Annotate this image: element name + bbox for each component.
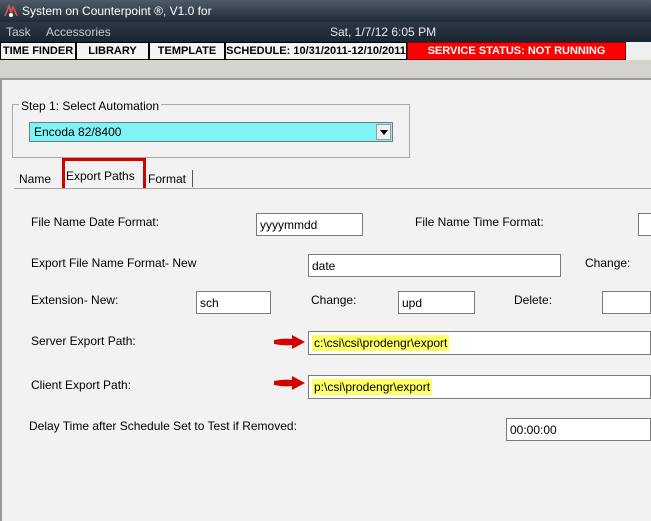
server-export-path-input[interactable]: c:\csi\csi\prodengr\export (308, 331, 651, 355)
date-time-display: Sat, 1/7/12 6:05 PM (330, 25, 437, 39)
extension-change-input[interactable]: upd (398, 291, 475, 314)
menu-accessories[interactable]: Accessories (46, 25, 111, 39)
delay-time-label: Delay Time after Schedule Set to Test if… (29, 419, 297, 433)
automation-select-value: Encoda 82/8400 (34, 125, 122, 139)
tab-format[interactable]: Format (148, 172, 186, 186)
red-arrow-icon (274, 376, 305, 390)
export-file-name-change-label: Change: (585, 256, 631, 270)
toolbar: TIME FINDER LIBRARY TEMPLATE SCHEDULE: 1… (0, 42, 651, 60)
extension-change-label: Change: (311, 293, 357, 307)
template-button[interactable]: TEMPLATE (149, 42, 225, 60)
file-name-time-format-label: File Name Time Format: (415, 215, 544, 229)
file-name-date-format-label: File Name Date Format: (31, 215, 160, 229)
red-arrow-icon (274, 335, 305, 349)
library-button[interactable]: LIBRARY (76, 42, 149, 60)
tab-export-paths[interactable]: Export Paths (66, 169, 135, 183)
app-icon (4, 3, 18, 17)
extension-new-label: Extension- New: (31, 293, 119, 307)
export-paths-panel (14, 189, 651, 521)
server-export-path-label: Server Export Path: (31, 334, 136, 348)
schedule-button[interactable]: SCHEDULE: 10/31/2011-12/10/2011 (225, 42, 407, 60)
client-export-path-label: Client Export Path: (31, 378, 132, 392)
client-export-path-input[interactable]: p:\csi\prodengr\export (308, 375, 651, 399)
extension-new-input[interactable]: sch (196, 291, 271, 314)
time-finder-button[interactable]: TIME FINDER (0, 42, 76, 60)
export-file-name-format-input[interactable]: date (308, 254, 561, 277)
export-file-name-format-label: Export File Name Format- New (31, 256, 197, 270)
delay-time-input[interactable]: 00:00:00 (506, 418, 651, 441)
menu-task[interactable]: Task (6, 25, 31, 39)
automation-select[interactable]: Encoda 82/8400 (29, 122, 393, 142)
client-export-path-value: p:\csi\prodengr\export (312, 379, 433, 395)
window-title: System on Counterpoint ®, V1.0 for (22, 4, 212, 18)
tab-divider (192, 170, 193, 187)
file-name-date-format-input[interactable]: yyyymmdd (256, 213, 363, 236)
service-status-badge: SERVICE STATUS: NOT RUNNING (407, 42, 626, 60)
title-bar: System on Counterpoint ®, V1.0 for (0, 0, 651, 22)
step1-legend: Step 1: Select Automation (19, 99, 162, 113)
tab-name[interactable]: Name (19, 172, 51, 186)
extension-delete-label: Delete: (514, 293, 553, 307)
file-name-time-format-input[interactable] (638, 213, 651, 236)
server-export-path-value: c:\csi\csi\prodengr\export (312, 335, 450, 351)
chevron-down-icon[interactable] (376, 124, 391, 140)
menu-bar: Task Accessories Sat, 1/7/12 6:05 PM (0, 22, 651, 42)
extension-delete-input[interactable] (602, 291, 651, 314)
